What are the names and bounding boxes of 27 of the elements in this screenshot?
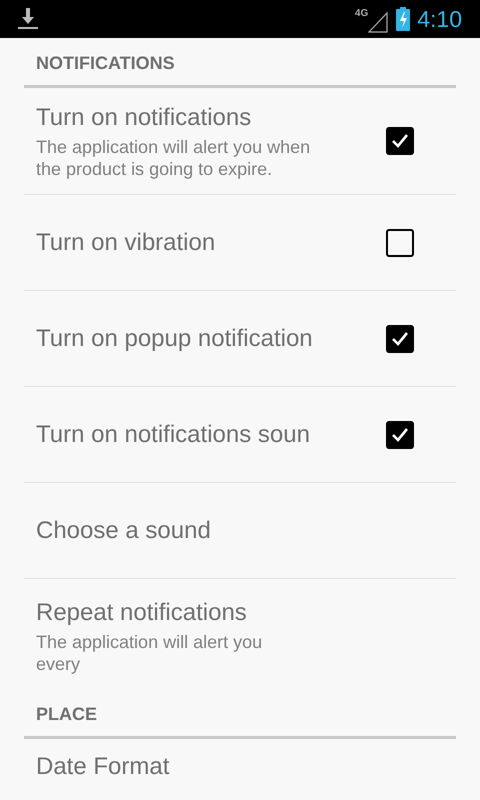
- clock: 4:10: [417, 4, 462, 34]
- preference-title: Repeat notifications: [36, 598, 248, 628]
- preference-row[interactable]: Turn on vibration: [24, 195, 456, 291]
- preference-row[interactable]: Choose a sound: [24, 483, 456, 579]
- preference-title: Choose a sound: [36, 516, 212, 546]
- checkbox[interactable]: [386, 324, 414, 352]
- signal-icon: [368, 11, 388, 33]
- battery-icon: [396, 7, 410, 31]
- preference-summary: The application will alert you every: [36, 631, 264, 675]
- preference-title: Turn on popup notification: [36, 324, 314, 354]
- preference-row[interactable]: Date Format: [24, 739, 456, 783]
- checkbox[interactable]: [386, 127, 414, 155]
- section-header: NOTIFICATIONS: [36, 53, 175, 73]
- preference-title: Date Format: [36, 752, 170, 782]
- download-icon: [18, 8, 38, 30]
- preference-title: Turn on notifications: [36, 103, 252, 133]
- preference-title: Turn on notifications soun: [36, 420, 311, 450]
- preference-row[interactable]: Turn on notifications soun: [24, 387, 456, 483]
- section-header: PLACE: [36, 704, 98, 724]
- preference-summary: The application will alert you when the product is going to expire.: [36, 136, 311, 180]
- checkbox[interactable]: [386, 228, 414, 256]
- preference-row[interactable]: Repeat notifications The application will alert you every: [24, 579, 456, 689]
- preference-row[interactable]: Turn on notifications The application will alert you when the product is going to expire.: [24, 88, 456, 195]
- preference-title: Turn on vibration: [36, 228, 216, 258]
- network-label: 4G: [354, 7, 368, 21]
- checkbox[interactable]: [386, 420, 414, 448]
- preference-row[interactable]: Turn on popup notification: [24, 291, 456, 387]
